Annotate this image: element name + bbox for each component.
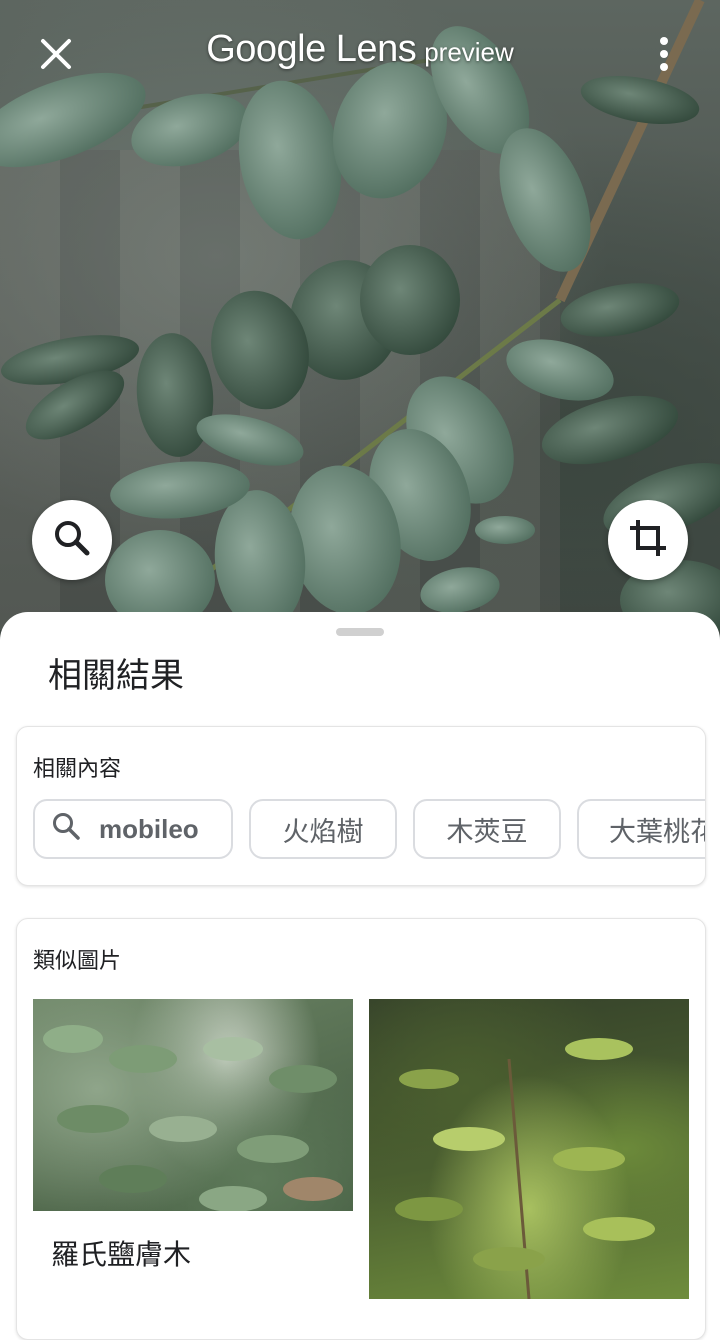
- chip-label: 大葉桃花: [609, 816, 705, 848]
- search-icon: [51, 811, 81, 848]
- search-button[interactable]: [32, 500, 112, 580]
- chip-label: 火焰樹: [282, 816, 364, 848]
- caption-text: 羅氏鹽膚木: [51, 1238, 192, 1271]
- chip-search[interactable]: mobileo: [33, 799, 233, 859]
- app-title: Google Lens preview: [0, 28, 720, 71]
- chip-label: mobileo: [99, 813, 199, 844]
- similar-images-label: 類似圖片: [33, 949, 122, 974]
- preview-tag: preview: [424, 37, 514, 67]
- leaves-thumbnail: [395, 1038, 655, 1299]
- chip[interactable]: 大葉桃花: [577, 799, 705, 859]
- top-bar: Google Lens preview: [0, 0, 720, 110]
- similar-image-1-caption[interactable]: 羅氏鹽膚木: [33, 1211, 353, 1299]
- crop-button[interactable]: [608, 500, 688, 580]
- similar-images-card: 類似圖片 羅氏鹽膚木: [16, 918, 706, 1340]
- chip-label: 木莢豆: [446, 816, 528, 848]
- more-options-button[interactable]: [644, 34, 684, 78]
- drag-handle[interactable]: [336, 628, 384, 636]
- more-vert-icon: [659, 36, 669, 76]
- captured-photo: Google Lens preview: [0, 0, 720, 640]
- search-icon: [52, 518, 92, 562]
- brand-name: Google Lens: [206, 28, 417, 70]
- related-content-card: 相關內容 mobileo 火焰樹 木莢豆 大葉桃花: [16, 726, 706, 886]
- leaves-thumbnail: [43, 1025, 343, 1212]
- results-sheet: 相關結果 相關內容 mobileo 火焰樹 木莢豆 大葉桃花 類似圖片 羅氏鹽膚…: [0, 612, 720, 1340]
- crop-icon: [628, 518, 668, 562]
- sheet-title: 相關結果: [48, 656, 184, 696]
- similar-image-2[interactable]: [369, 999, 689, 1299]
- chip[interactable]: 火焰樹: [249, 799, 397, 859]
- related-content-label: 相關內容: [33, 757, 122, 782]
- related-chips: mobileo 火焰樹 木莢豆 大葉桃花: [33, 799, 705, 863]
- chip[interactable]: 木莢豆: [413, 799, 561, 859]
